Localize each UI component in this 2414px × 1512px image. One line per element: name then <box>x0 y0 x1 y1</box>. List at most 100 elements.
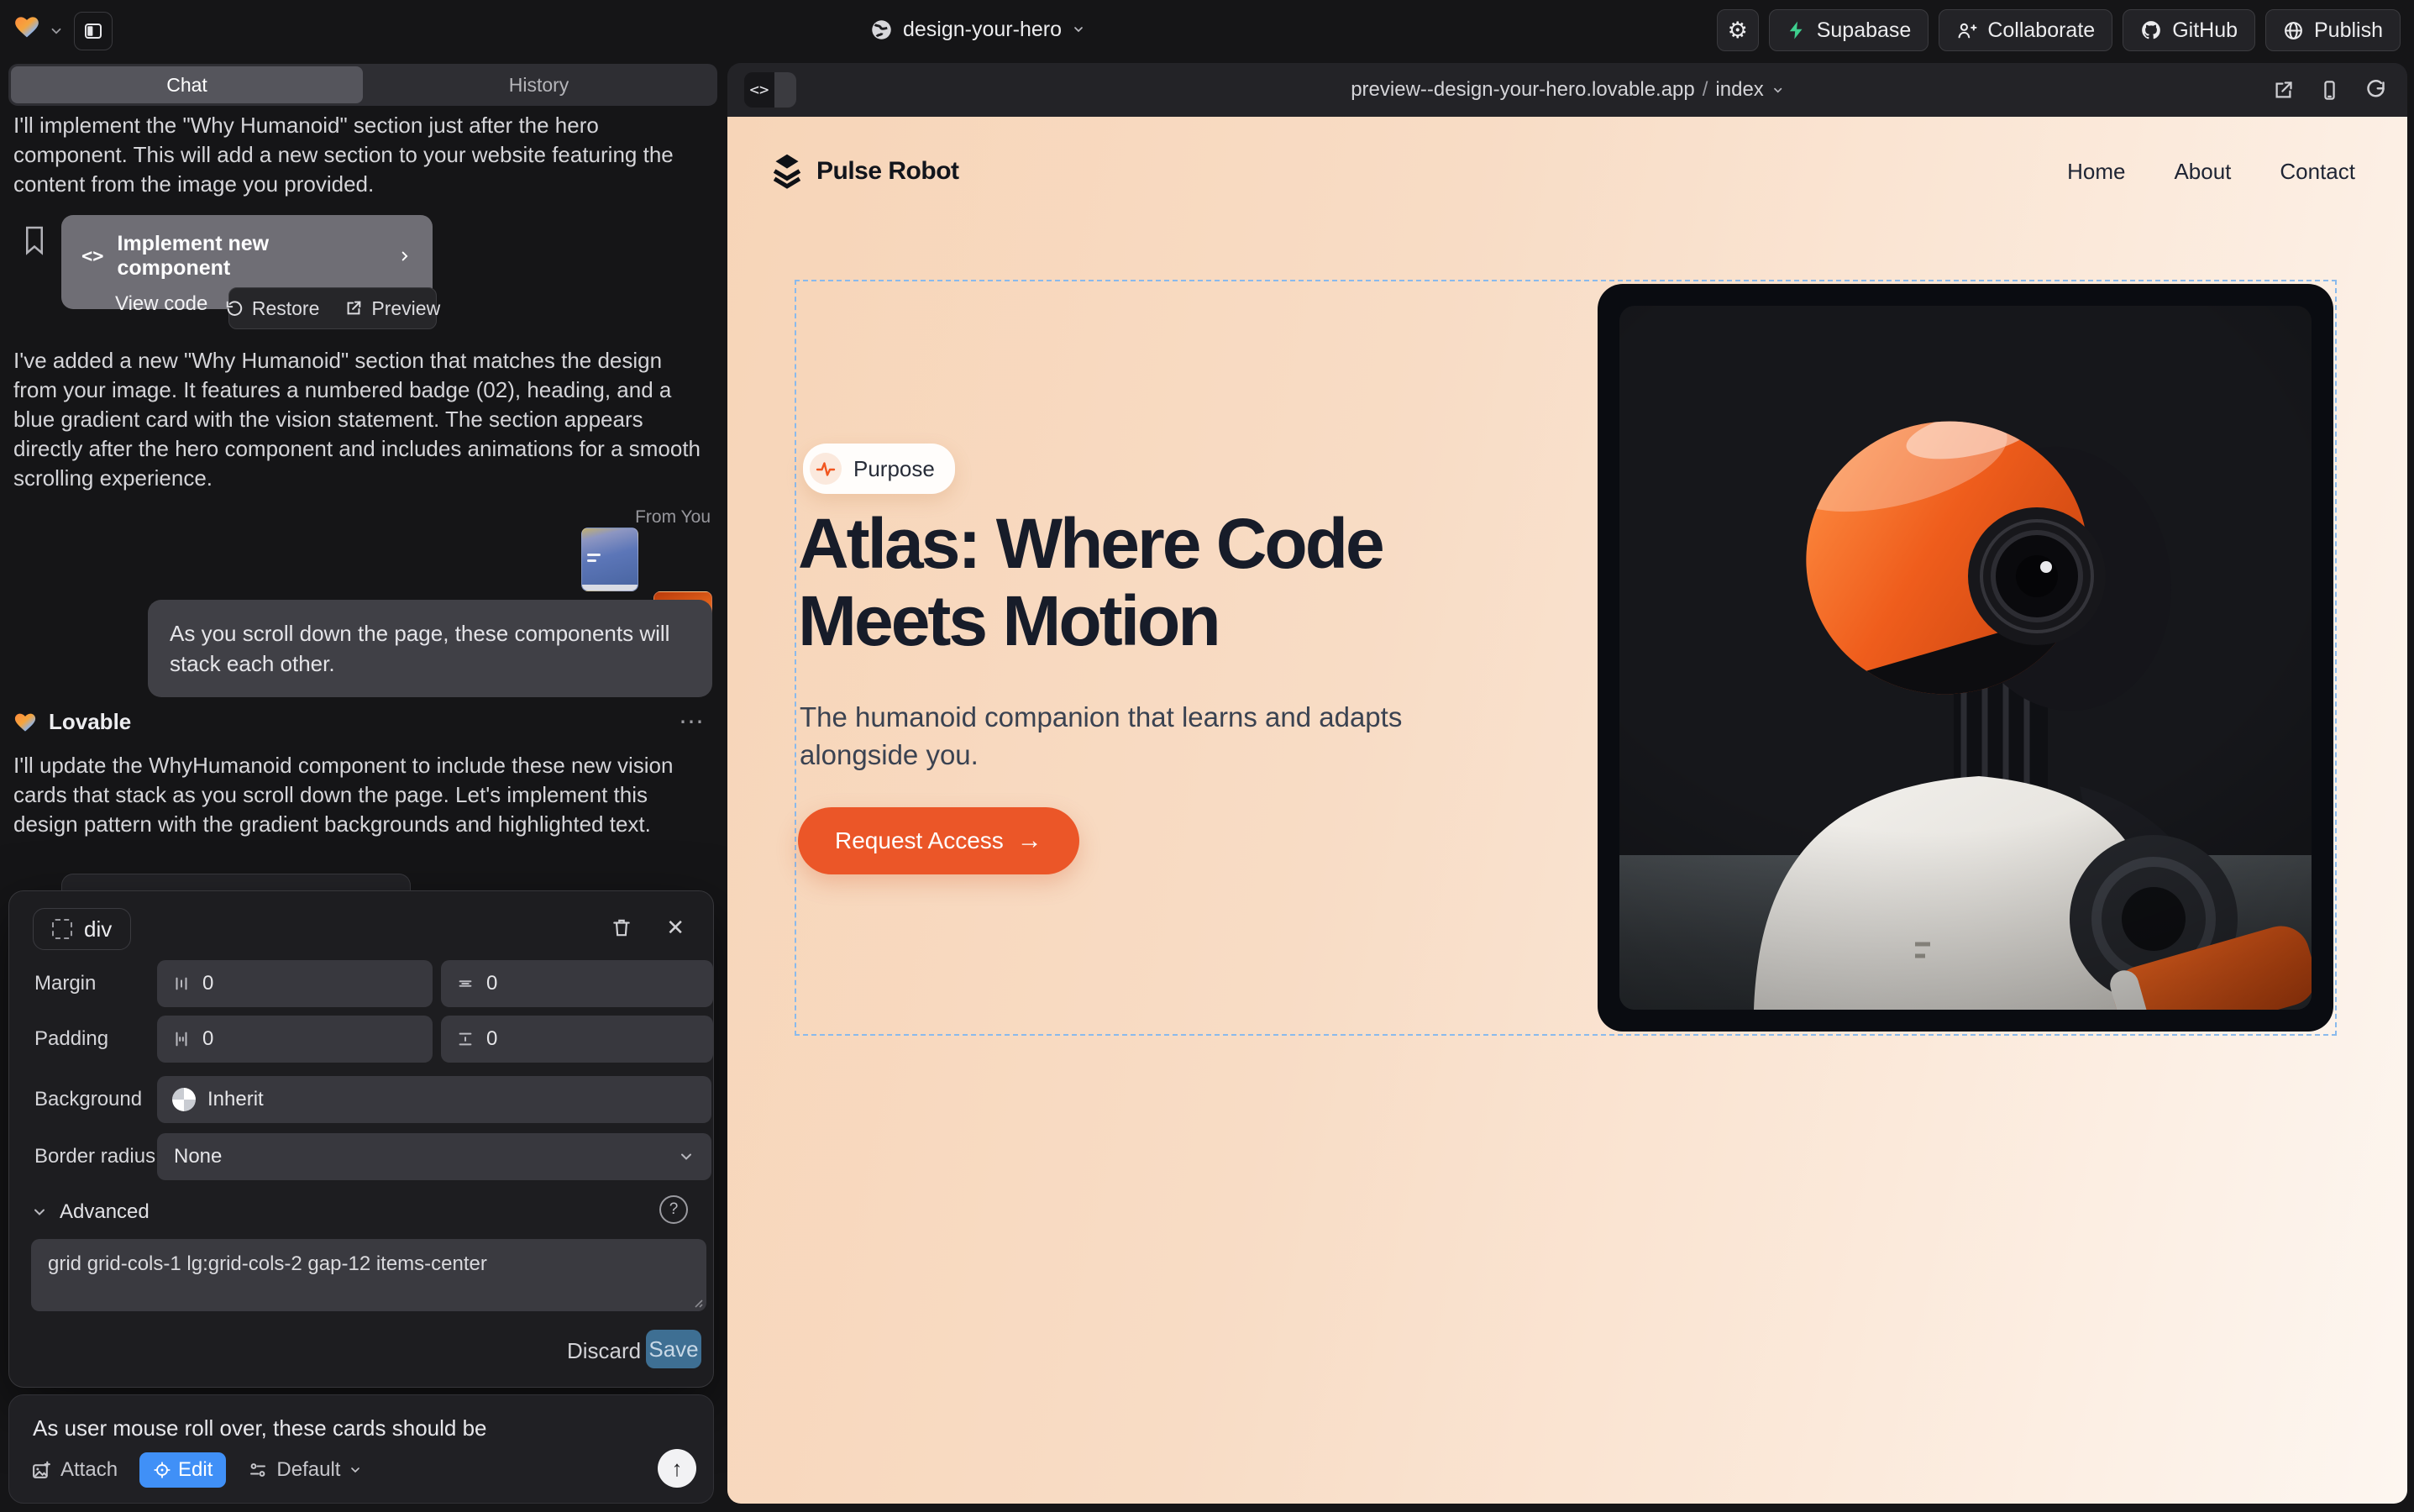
site-header: Pulse Robot Home About Contact <box>769 150 2355 192</box>
selected-element-tag: div <box>84 916 112 942</box>
assistant-message-3: I'll update the WhyHumanoid component to… <box>13 751 709 839</box>
border-radius-label: Border radius <box>34 1145 155 1168</box>
mode-chevron-icon <box>349 1463 362 1477</box>
nav-home[interactable]: Home <box>2067 159 2125 185</box>
preview-url[interactable]: preview--design-your-hero.lovable.app / … <box>1351 63 1784 117</box>
hero-robot-card <box>1598 284 2333 1032</box>
border-radius-select[interactable]: None <box>157 1133 711 1180</box>
site-brand-name: Pulse Robot <box>816 157 959 186</box>
workspace-chevron-icon[interactable] <box>49 24 64 39</box>
select-chevron-icon <box>678 1148 695 1165</box>
topbar-actions: ⚙ Supabase Collaborate GitHub Publish <box>1717 9 2401 51</box>
more-menu-icon[interactable]: ⋯ <box>679 707 706 737</box>
hero-subtitle: The humanoid companion that learns and a… <box>800 698 1413 774</box>
background-input[interactable]: Inherit <box>157 1076 711 1123</box>
preview-button[interactable]: Preview <box>344 297 440 320</box>
publish-button[interactable]: Publish <box>2265 9 2401 51</box>
lovable-logo-icon[interactable] <box>13 13 40 39</box>
sliders-icon <box>248 1460 268 1480</box>
project-name: design-your-hero <box>903 18 1062 42</box>
purpose-badge-label: Purpose <box>853 456 935 482</box>
lovable-editor-window: design-your-hero ⚙ Supabase Collaborate … <box>0 0 2414 1512</box>
project-globe-icon <box>870 18 893 41</box>
advanced-chevron-icon <box>31 1204 48 1221</box>
github-icon <box>2140 19 2162 41</box>
open-external-button[interactable] <box>2272 79 2295 102</box>
supabase-icon <box>1787 20 1807 40</box>
chat-composer[interactable]: As user mouse roll over, these cards sho… <box>8 1394 714 1504</box>
background-swatch-icon <box>172 1088 196 1111</box>
site-preview: Pulse Robot Home About Contact Purpose A… <box>727 117 2407 1504</box>
refresh-icon <box>2364 79 2387 102</box>
project-chevron-icon <box>1072 23 1085 36</box>
padding-x-input[interactable]: 0 <box>157 1016 433 1063</box>
refresh-button[interactable] <box>2364 79 2387 102</box>
restore-icon <box>225 299 244 318</box>
chevron-right-icon <box>397 249 412 264</box>
background-label: Background <box>34 1088 142 1111</box>
restore-button[interactable]: Restore <box>225 297 320 320</box>
smartphone-icon <box>2318 79 2341 102</box>
project-switcher[interactable]: design-your-hero <box>870 11 1085 48</box>
url-chevron-icon <box>1771 84 1784 97</box>
publish-globe-icon <box>2283 20 2304 41</box>
discard-button[interactable]: Discard <box>567 1338 641 1364</box>
collaborate-button[interactable]: Collaborate <box>1939 9 2112 51</box>
chat-input[interactable]: As user mouse roll over, these cards sho… <box>33 1415 688 1441</box>
resize-handle-icon <box>691 1296 703 1308</box>
code-icon: <> <box>81 246 104 267</box>
send-button[interactable]: ↑ <box>658 1449 696 1488</box>
classes-textarea[interactable]: grid grid-cols-1 lg:grid-cols-2 gap-12 i… <box>31 1239 706 1311</box>
pulse-icon <box>810 453 842 485</box>
close-inspector-button[interactable]: ✕ <box>666 915 685 941</box>
assistant-name: Lovable <box>49 709 131 735</box>
layers-logo-icon <box>769 153 805 190</box>
sidebar-toggle-button[interactable] <box>74 12 113 50</box>
github-button[interactable]: GitHub <box>2123 9 2255 51</box>
padding-y-input[interactable]: 0 <box>441 1016 713 1063</box>
hero-title: Atlas: Where Code Meets Motion <box>798 505 1478 659</box>
delete-element-button[interactable] <box>611 916 632 938</box>
user-message-bubble: As you scroll down the page, these compo… <box>148 600 712 697</box>
robot-image <box>1619 306 2312 1010</box>
save-button[interactable]: Save <box>646 1330 701 1368</box>
attachment-thumbnail-blue[interactable] <box>581 528 638 591</box>
purpose-badge: Purpose <box>803 444 955 494</box>
mode-select[interactable]: Default <box>248 1458 362 1482</box>
tab-history[interactable]: History <box>363 66 715 103</box>
request-access-button[interactable]: Request Access → <box>798 807 1079 874</box>
assistant-message-2: I've added a new "Why Humanoid" section … <box>13 346 709 493</box>
preview-toolbar-icons <box>2272 63 2387 117</box>
supabase-button[interactable]: Supabase <box>1769 9 1929 51</box>
margin-y-icon <box>456 974 475 993</box>
composer-toolbar: Attach Edit Default <box>31 1452 362 1488</box>
selected-element-chip[interactable]: div <box>33 908 131 950</box>
nav-contact[interactable]: Contact <box>2280 159 2355 185</box>
external-link-icon <box>344 299 363 318</box>
arrow-right-icon: → <box>1017 827 1042 855</box>
assistant-message-1: I'll implement the "Why Humanoid" sectio… <box>13 99 706 199</box>
margin-x-icon <box>172 974 191 993</box>
help-icon[interactable]: ? <box>659 1195 688 1224</box>
tab-chat[interactable]: Chat <box>11 66 363 103</box>
card-hover-actions: Restore Preview <box>228 287 437 329</box>
margin-x-input[interactable]: 0 <box>157 960 433 1007</box>
topbar: design-your-hero ⚙ Supabase Collaborate … <box>0 0 2414 59</box>
site-brand[interactable]: Pulse Robot <box>769 153 959 190</box>
edit-mode-button[interactable]: Edit <box>139 1452 226 1488</box>
code-view-toggle[interactable]: <> <box>744 72 796 108</box>
padding-y-icon <box>456 1030 475 1048</box>
margin-y-input[interactable]: 0 <box>441 960 713 1007</box>
settings-gear-button[interactable]: ⚙ <box>1717 9 1759 51</box>
nav-about[interactable]: About <box>2174 159 2231 185</box>
bookmark-icon[interactable] <box>22 225 47 255</box>
attach-image-icon <box>31 1460 52 1481</box>
lovable-heart-icon <box>13 711 37 732</box>
preview-panel: <> preview--design-your-hero.lovable.app… <box>727 63 2407 1504</box>
mobile-view-button[interactable] <box>2318 79 2341 102</box>
from-you-label: From You <box>504 507 711 528</box>
element-inspector: div ✕ Margin 0 0 Padding 0 0 Background … <box>8 890 714 1388</box>
advanced-toggle[interactable]: Advanced <box>31 1200 150 1224</box>
attach-button[interactable]: Attach <box>31 1458 118 1482</box>
collaborate-icon <box>1956 20 1977 41</box>
